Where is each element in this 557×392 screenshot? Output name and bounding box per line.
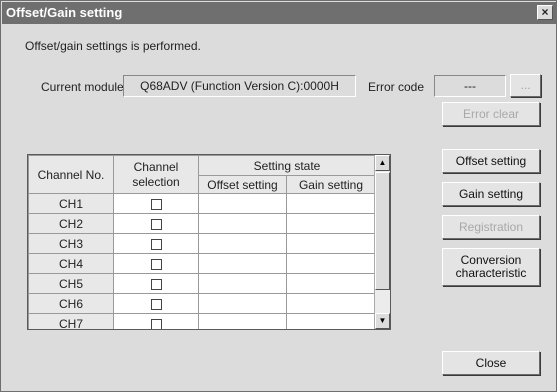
gain-setting-button[interactable]: Gain setting: [442, 182, 540, 206]
gain-setting-cell: [286, 193, 376, 214]
header-gain-setting: Gain setting: [286, 175, 376, 194]
offset-setting-cell: [198, 313, 287, 329]
channel-number-cell: CH2: [28, 213, 114, 234]
table-row: CH2: [28, 213, 376, 234]
channel-checkbox[interactable]: [150, 238, 162, 250]
gain-setting-cell: [286, 273, 376, 294]
channel-number-cell: CH3: [28, 233, 114, 254]
channel-selection-cell: [113, 213, 199, 234]
channel-checkbox[interactable]: [150, 298, 162, 310]
channel-selection-cell: [113, 193, 199, 214]
channel-number-cell: CH4: [28, 253, 114, 274]
scroll-down-arrow-icon[interactable]: ▼: [375, 313, 390, 329]
title-bar: Offset/Gain setting ×: [2, 2, 556, 24]
info-message: Offset/gain settings is performed.: [25, 39, 201, 53]
channel-checkbox[interactable]: [150, 278, 162, 290]
window-title: Offset/Gain setting: [6, 5, 123, 20]
error-clear-button[interactable]: Error clear: [442, 102, 540, 126]
table-row: CH5: [28, 273, 376, 294]
channel-selection-cell: [113, 273, 199, 294]
offset-setting-cell: [198, 233, 287, 254]
current-module-field: Q68ADV (Function Version C):0000H: [123, 75, 356, 97]
channel-checkbox[interactable]: [150, 198, 162, 210]
scroll-up-arrow-icon[interactable]: ▲: [375, 155, 390, 171]
conversion-characteristic-button[interactable]: Conversion characteristic: [442, 248, 540, 286]
table-row: CH4: [28, 253, 376, 274]
header-channel-selection: Channel selection: [113, 155, 199, 194]
current-module-label: Current module: [41, 80, 124, 94]
channel-selection-cell: [113, 233, 199, 254]
channel-number-cell: CH5: [28, 273, 114, 294]
channel-number-cell: CH6: [28, 293, 114, 314]
header-setting-state: Setting state: [198, 155, 376, 176]
close-icon: ×: [541, 5, 549, 19]
error-code-field: ---: [434, 75, 506, 97]
window-close-button[interactable]: ×: [537, 5, 553, 20]
channel-checkbox[interactable]: [150, 258, 162, 270]
scrollbar-thumb[interactable]: [375, 172, 390, 290]
channel-table: Channel No. Channel selection Setting st…: [27, 154, 391, 330]
offset-setting-cell: [198, 193, 287, 214]
header-offset-setting: Offset setting: [198, 175, 287, 194]
gain-setting-cell: [286, 293, 376, 314]
error-code-label: Error code: [368, 80, 425, 94]
offset-setting-cell: [198, 293, 287, 314]
table-row: CH3: [28, 233, 376, 254]
table-row: CH1: [28, 193, 376, 214]
gain-setting-cell: [286, 313, 376, 329]
close-button[interactable]: Close: [442, 351, 540, 375]
channel-selection-cell: [113, 253, 199, 274]
offset-gain-dialog: Offset/Gain setting × Offset/gain settin…: [0, 0, 557, 392]
offset-setting-cell: [198, 213, 287, 234]
gain-setting-cell: [286, 253, 376, 274]
channel-number-cell: CH7: [28, 313, 114, 329]
registration-button[interactable]: Registration: [442, 215, 540, 239]
header-channel-no: Channel No.: [28, 155, 114, 194]
table-scrollbar[interactable]: ▲ ▼: [374, 155, 390, 329]
table-row: CH6: [28, 293, 376, 314]
channel-checkbox[interactable]: [150, 218, 162, 230]
offset-setting-button[interactable]: Offset setting: [442, 149, 540, 173]
offset-setting-cell: [198, 253, 287, 274]
error-browse-button[interactable]: ...: [510, 74, 541, 97]
gain-setting-cell: [286, 213, 376, 234]
channel-selection-cell: [113, 313, 199, 329]
table-row: CH7: [28, 313, 376, 329]
gain-setting-cell: [286, 233, 376, 254]
channel-number-cell: CH1: [28, 193, 114, 214]
offset-setting-cell: [198, 273, 287, 294]
channel-selection-cell: [113, 293, 199, 314]
channel-checkbox[interactable]: [150, 318, 162, 329]
